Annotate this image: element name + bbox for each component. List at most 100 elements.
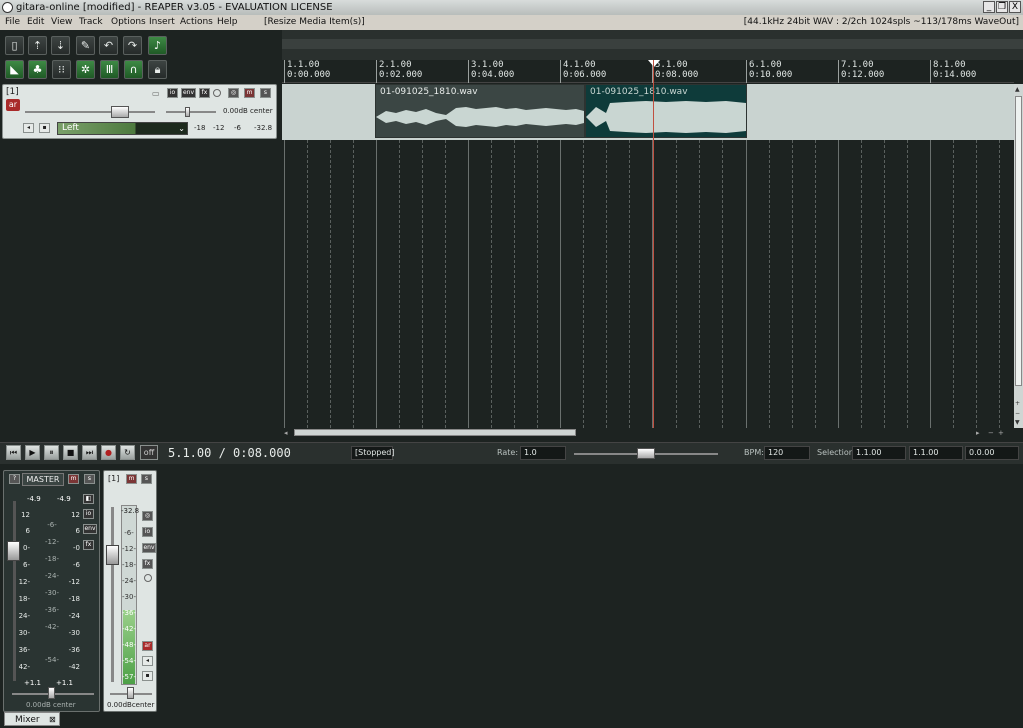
- save-project-icon[interactable]: ⇣: [51, 36, 70, 55]
- master-fx-button[interactable]: fx: [83, 540, 94, 550]
- master-env-button[interactable]: env: [83, 524, 97, 534]
- fx-button[interactable]: fx: [199, 88, 210, 98]
- play-cursor[interactable]: [653, 60, 654, 428]
- pan-slider-thumb[interactable]: [185, 107, 190, 117]
- channel-io-button[interactable]: io: [142, 527, 153, 537]
- arrange-view[interactable]: [282, 140, 1014, 428]
- input-select[interactable]: Left: [62, 123, 79, 134]
- vertical-scrollbar[interactable]: ▲ + − ▼: [1014, 84, 1023, 429]
- track-lane[interactable]: 01-091025_1810.wav 01-091025_1810.wav: [282, 84, 1014, 140]
- envelope-lock-icon[interactable]: Ⅲ: [100, 60, 119, 79]
- channel-record-arm-button[interactable]: ar: [142, 641, 153, 651]
- timeline-ruler[interactable]: 1.1.00 0:00.000 2.1.00 0:02.000 3.1.00 0:04…: [282, 60, 1014, 83]
- pan-slider-track[interactable]: [166, 111, 216, 113]
- zoom-in-icon[interactable]: +: [1015, 400, 1020, 407]
- master-mono-icon[interactable]: ◧: [83, 494, 94, 504]
- auto-crossfade-icon[interactable]: ✲: [76, 60, 95, 79]
- channel-input-monitor-icon[interactable]: ▪: [142, 671, 153, 681]
- go-to-end-button[interactable]: ⏭︎: [82, 445, 97, 460]
- mute-button[interactable]: m: [244, 88, 255, 98]
- solo-button[interactable]: s: [260, 88, 271, 98]
- undo-icon[interactable]: ↶: [99, 36, 118, 55]
- channel-fader-track[interactable]: [111, 507, 114, 682]
- play-button[interactable]: ▶︎: [25, 445, 40, 460]
- volume-slider-thumb[interactable]: [111, 106, 129, 118]
- new-project-icon[interactable]: ▯: [5, 36, 24, 55]
- channel-mute-button[interactable]: m: [126, 474, 137, 484]
- rate-slider-thumb[interactable]: [637, 448, 655, 459]
- audio-device-status[interactable]: [44.1kHz 24bit WAV : 2/2ch 1024spls ~113…: [744, 15, 1019, 30]
- channel-solo-button[interactable]: s: [141, 474, 152, 484]
- record-button[interactable]: ●: [101, 445, 116, 460]
- pause-button[interactable]: ⏸︎: [44, 445, 59, 460]
- channel-monitor-icon[interactable]: ◎: [142, 511, 153, 521]
- record-arm-button[interactable]: ar: [6, 99, 20, 111]
- zoom-out-horizontal-icon[interactable]: −: [988, 429, 994, 437]
- ripple-icon[interactable]: ♣: [28, 60, 47, 79]
- folder-icon[interactable]: ▭: [152, 89, 160, 98]
- menu-help[interactable]: Help: [217, 15, 238, 30]
- channel-phase-icon[interactable]: [144, 574, 152, 582]
- menu-track[interactable]: Track: [79, 15, 103, 30]
- item-lock-icon[interactable]: ∩: [124, 60, 143, 79]
- lock-icon[interactable]: 🔒︎: [148, 60, 167, 79]
- close-mixer-icon[interactable]: ⊠: [49, 713, 56, 727]
- selection-end-input[interactable]: 1.1.00: [909, 446, 963, 460]
- master-pan-thumb[interactable]: [48, 687, 55, 699]
- channel-pan-thumb[interactable]: [127, 687, 134, 699]
- selection-start-input[interactable]: 1.1.00: [852, 446, 906, 460]
- scroll-up-icon[interactable]: ▲: [1015, 86, 1022, 94]
- snap-icon[interactable]: ◣: [5, 60, 24, 79]
- stop-button[interactable]: ■: [63, 445, 78, 460]
- zoom-in-horizontal-icon[interactable]: +: [998, 429, 1004, 437]
- auto-record-off-button[interactable]: off: [140, 445, 158, 460]
- metronome-icon[interactable]: ♪: [148, 36, 167, 55]
- horizontal-scroll-thumb[interactable]: [294, 429, 576, 436]
- menu-file[interactable]: File: [5, 15, 20, 30]
- edit-cursor-marker-icon[interactable]: [648, 60, 660, 67]
- chevron-down-icon[interactable]: ⌄: [178, 123, 185, 134]
- channel-input-mode-icon[interactable]: ◂: [142, 656, 153, 666]
- master-solo-button[interactable]: s: [84, 474, 95, 484]
- menu-options[interactable]: Options: [111, 15, 146, 30]
- channel-env-button[interactable]: env: [142, 543, 156, 553]
- master-io-icon[interactable]: ?: [9, 474, 20, 484]
- record-monitor-button[interactable]: ◎: [228, 88, 239, 98]
- scroll-right-icon[interactable]: ▸: [976, 429, 980, 437]
- menu-actions[interactable]: Actions: [180, 15, 213, 30]
- rate-input[interactable]: 1.0: [520, 446, 566, 460]
- vertical-scroll-thumb[interactable]: [1015, 96, 1022, 386]
- bpm-input[interactable]: 120: [764, 446, 810, 460]
- minimize-button[interactable]: _: [983, 1, 995, 13]
- media-item[interactable]: 01-091025_1810.wav: [375, 84, 585, 138]
- menu-edit[interactable]: Edit: [27, 15, 44, 30]
- phase-icon[interactable]: [213, 89, 221, 97]
- master-mute-button[interactable]: m: [68, 474, 79, 484]
- menu-insert[interactable]: Insert: [149, 15, 175, 30]
- open-project-icon[interactable]: ⇡: [28, 36, 47, 55]
- preferences-icon[interactable]: ✎: [76, 36, 95, 55]
- io-button[interactable]: io: [167, 88, 178, 98]
- media-item-selected[interactable]: 01-091025_1810.wav: [585, 84, 747, 138]
- menu-view[interactable]: View: [51, 15, 72, 30]
- scroll-down-icon[interactable]: ▼: [1015, 419, 1020, 426]
- channel-fx-button[interactable]: fx: [142, 559, 153, 569]
- volume-slider-track[interactable]: [25, 111, 155, 113]
- master-io-button[interactable]: io: [83, 509, 94, 519]
- selection-length-input[interactable]: 0.0.00: [965, 446, 1019, 460]
- transport-position[interactable]: 5.1.00 / 0:08.000: [168, 446, 291, 460]
- input-mode-button[interactable]: ◂: [23, 123, 34, 133]
- restore-button[interactable]: ❐: [996, 1, 1008, 13]
- input-monitor-button[interactable]: ▪: [39, 123, 50, 133]
- redo-icon[interactable]: ↷: [123, 36, 142, 55]
- repeat-button[interactable]: ↻: [120, 445, 135, 460]
- zoom-out-icon[interactable]: −: [1015, 410, 1020, 417]
- horizontal-scrollbar[interactable]: ◂ ▸ − +: [282, 428, 1023, 438]
- go-to-start-button[interactable]: ⏮︎: [6, 445, 21, 460]
- envelope-button[interactable]: env: [181, 88, 196, 98]
- scroll-left-icon[interactable]: ◂: [284, 429, 288, 437]
- track-control-panel[interactable]: [1] ar ▭ io env fx ◎ m s 0.00dB center ◂…: [2, 84, 277, 139]
- mixer-tab[interactable]: Mixer ⊠: [4, 712, 60, 726]
- close-button[interactable]: X: [1009, 1, 1021, 13]
- grid-icon[interactable]: ⁝⁝: [52, 60, 71, 79]
